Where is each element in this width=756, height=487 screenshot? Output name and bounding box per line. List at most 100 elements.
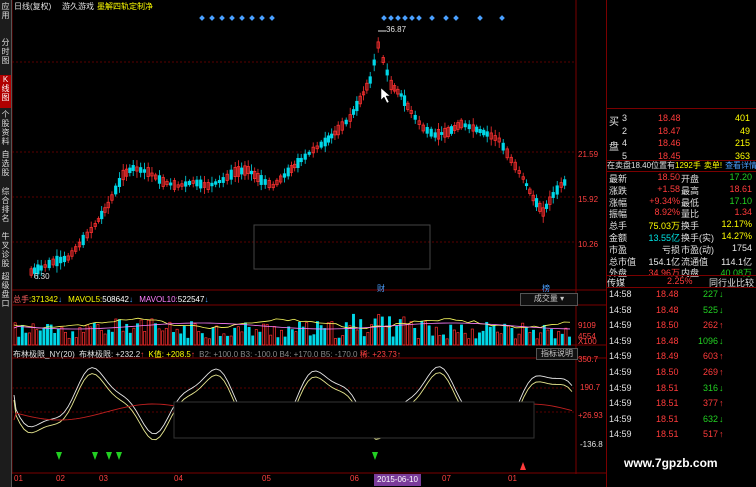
buy-signal-icon — [372, 452, 378, 460]
candle-body — [249, 170, 254, 175]
indicator-name[interactable]: 布林极限_NY(20) — [13, 350, 75, 359]
volume-bar — [370, 324, 373, 346]
candle-body — [210, 182, 214, 187]
left-tab-0[interactable]: 应用 — [0, 2, 11, 34]
candle-body — [555, 185, 559, 195]
volume-bar — [341, 335, 345, 346]
volume-bar — [546, 329, 550, 346]
indicator-explain-button[interactable]: 指标说明 — [536, 348, 578, 360]
notice-type: 卖单! — [703, 161, 723, 170]
volume-bar — [56, 328, 60, 346]
left-tab-1[interactable]: 分时图 — [0, 38, 11, 72]
candle-body — [429, 128, 433, 137]
crosshair-date-label: 2015-06-10 — [374, 474, 421, 486]
candle-body — [449, 126, 454, 134]
volume-bar — [488, 326, 492, 346]
arrow-up-icon: ↑ — [190, 350, 195, 359]
candle-body — [355, 100, 359, 112]
candle-body — [425, 126, 429, 134]
volume-bar — [467, 338, 471, 346]
candle-body — [296, 158, 300, 168]
volume-bar — [503, 323, 507, 346]
k-value: K值: +208.5 — [148, 350, 191, 359]
candle-body — [142, 169, 147, 173]
time-axis-label: 05 — [262, 474, 271, 483]
volume-header: 总手:371342↓ MAVOL5:508642↓ MAVOL10:522547… — [13, 295, 209, 304]
volume-bar — [168, 321, 172, 346]
candle-body — [534, 198, 539, 208]
volume-bar — [496, 331, 499, 346]
volume-bar — [334, 338, 337, 346]
candle-body — [39, 265, 43, 271]
volume-bar — [524, 327, 528, 346]
left-tab-6[interactable]: 牛叉诊股 — [0, 232, 11, 270]
volume-bar — [276, 337, 280, 346]
candle-body — [240, 167, 244, 175]
volume-bar — [96, 323, 100, 346]
volume-bar — [319, 325, 323, 346]
candle-body — [47, 259, 51, 269]
volume-bar — [535, 338, 539, 346]
volume-bar — [298, 321, 301, 346]
volume-bar — [139, 319, 143, 346]
volume-bar — [377, 314, 381, 346]
volume-bar — [13, 322, 17, 346]
volume-bar — [265, 324, 269, 346]
industry-compare-link[interactable]: 同行业比较 — [709, 276, 754, 289]
left-tab-5[interactable]: 综合排名 — [0, 187, 11, 229]
volume-indicator-dropdown[interactable]: 成交量 ▾ — [520, 293, 578, 306]
volume-bar — [172, 332, 175, 346]
volume-bar — [24, 332, 28, 346]
volume-bar — [359, 319, 363, 346]
signal-marker-icon — [239, 15, 245, 21]
left-tab-7[interactable]: 超级盘口 — [0, 272, 11, 312]
candle-body — [214, 181, 218, 185]
volume-bar — [568, 336, 571, 346]
volume-bar — [366, 332, 370, 346]
big-order-notice[interactable]: 在卖盘18.40位置有1292手 卖单! 查看详情 — [607, 160, 756, 171]
candle-body — [463, 123, 467, 128]
low-price-label: 6.30 — [34, 272, 50, 281]
left-tab-4[interactable]: 自选股 — [0, 150, 11, 185]
volume-bar — [409, 321, 413, 346]
price-scale-label: 15.92 — [578, 195, 599, 204]
volume-bar — [74, 337, 78, 346]
volume-bar — [200, 333, 204, 346]
volume-bar — [470, 328, 474, 346]
candle-body — [221, 177, 225, 183]
high-price-label: 36.87 — [386, 25, 407, 34]
volume-bar — [553, 338, 557, 346]
candle-body — [259, 175, 263, 185]
left-tab-3[interactable]: 个股资料 — [0, 110, 11, 148]
volume-bar — [449, 324, 453, 346]
volume-bar — [499, 333, 503, 346]
volume-bar — [42, 328, 46, 346]
signal-marker-icon — [443, 15, 449, 21]
candle-body — [128, 167, 132, 174]
left-tab-2[interactable]: K线图 — [0, 75, 11, 108]
notice-volume: 1292手 — [675, 161, 701, 170]
mavol10-label: MAVOL10: — [139, 295, 178, 304]
volume-bar — [420, 320, 424, 346]
kline-chart[interactable] — [12, 0, 606, 487]
b3-value: B3: -100.0 — [240, 350, 278, 359]
volume-bar — [128, 332, 132, 346]
volume-bar — [136, 323, 139, 346]
volume-bar — [143, 331, 147, 346]
indicator-value-1: 布林极限: +232.2 — [79, 350, 141, 359]
candle-body — [402, 95, 407, 106]
volume-bar — [323, 328, 327, 346]
volume-bar — [391, 336, 395, 346]
time-axis-label: 02 — [56, 474, 65, 483]
candle-body — [368, 76, 372, 84]
time-axis-label: 01 — [508, 474, 517, 483]
candle-body — [286, 167, 290, 177]
candle-body — [100, 210, 104, 220]
indicator-scale-label: +26.93 — [578, 411, 603, 420]
candle-body — [195, 179, 199, 187]
volume-bar — [287, 326, 291, 346]
candle-body — [282, 173, 287, 178]
finance-tag[interactable]: 财 — [377, 283, 385, 294]
notice-detail-link[interactable]: 查看详情 — [725, 161, 756, 170]
volume-bar — [49, 324, 53, 346]
